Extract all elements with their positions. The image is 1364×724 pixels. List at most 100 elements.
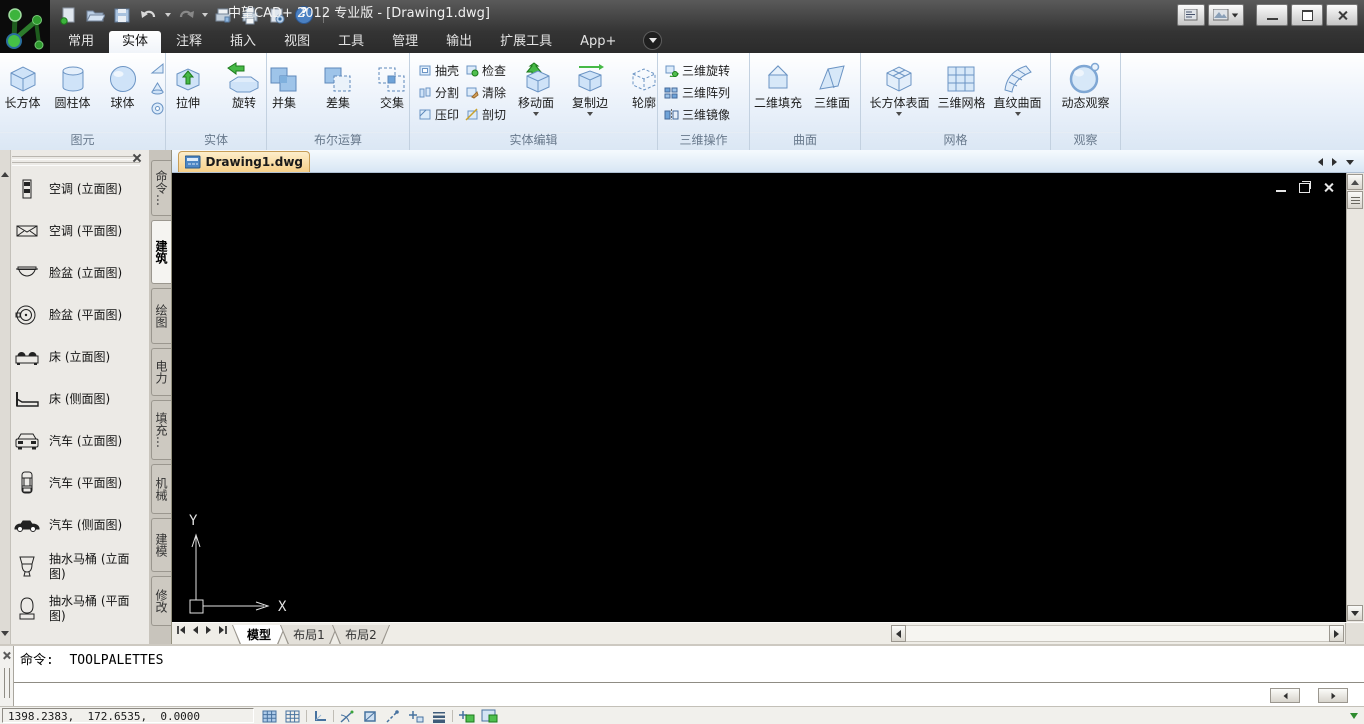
doc-close-icon[interactable] xyxy=(1323,182,1334,193)
doc-minimize-icon[interactable] xyxy=(1276,190,1286,192)
scrollbar-thumb[interactable] xyxy=(1347,191,1363,209)
palette-item[interactable]: 抽水马桶 (平面图) xyxy=(10,588,150,630)
status-menu-dropdown-icon[interactable] xyxy=(1350,713,1358,719)
box-surface-button[interactable]: 长方体表面 xyxy=(867,58,931,116)
box-button[interactable]: 长方体 xyxy=(0,58,47,110)
scroll-down-button[interactable] xyxy=(1347,605,1363,621)
orbit-button[interactable]: 动态观察 xyxy=(1059,58,1111,110)
polar-toggle[interactable] xyxy=(337,709,357,724)
lineweight-toggle[interactable] xyxy=(429,709,449,724)
otrack-toggle[interactable] xyxy=(383,709,403,724)
palette-item[interactable]: 汽车 (平面图) xyxy=(10,462,150,504)
extrude-button[interactable]: 拉伸 xyxy=(164,58,212,110)
undo-button[interactable] xyxy=(137,4,161,26)
command-close-icon[interactable] xyxy=(2,651,11,660)
palette-item[interactable]: 脸盆 (立面图) xyxy=(10,252,150,294)
ribbon-tab-tools[interactable]: 工具 xyxy=(325,31,377,53)
move-face-button[interactable]: 移动面 xyxy=(512,58,560,116)
ribbon-tab-output[interactable]: 输出 xyxy=(433,31,485,53)
tab-scroll-left-icon[interactable] xyxy=(1318,158,1323,166)
clean-button[interactable]: 清除 xyxy=(465,83,506,101)
coordinates-display[interactable]: 1398.2383, 172.6535, 0.0000 xyxy=(2,708,254,723)
ribbon-tab-manage[interactable]: 管理 xyxy=(379,31,431,53)
palette-item[interactable]: 汽车 (立面图) xyxy=(10,420,150,462)
dropdown-icon[interactable] xyxy=(533,112,539,116)
palette-tab-architecture[interactable]: 建筑 xyxy=(151,220,171,284)
dropdown-icon[interactable] xyxy=(1015,112,1021,116)
scroll-down-icon[interactable] xyxy=(1,631,9,636)
workspace-switch-button[interactable] xyxy=(1208,4,1244,26)
undo-dropdown-icon[interactable] xyxy=(165,13,171,17)
palette-item[interactable]: 空调 (平面图) xyxy=(10,210,150,252)
new-file-button[interactable] xyxy=(56,4,80,26)
palette-tab-draw[interactable]: 绘图 xyxy=(151,288,171,344)
tab-list-dropdown-icon[interactable] xyxy=(1346,160,1354,165)
scroll-up-icon[interactable] xyxy=(1,172,9,177)
vertical-scrollbar[interactable] xyxy=(1346,173,1364,622)
palette-item[interactable]: 空调 (立面图) xyxy=(10,168,150,210)
mirror3d-button[interactable]: 三维镜像 xyxy=(664,105,730,123)
restore-button[interactable] xyxy=(1291,4,1323,26)
face3d-button[interactable]: 三维面 xyxy=(808,58,856,110)
ribbon-minimize-button[interactable] xyxy=(643,31,662,50)
separate-button[interactable]: 分割 xyxy=(418,83,459,101)
imprint-button[interactable]: 压印 xyxy=(418,105,459,123)
palette-item[interactable]: 抽水马桶 (立面图) xyxy=(10,546,150,588)
last-tab-button[interactable] xyxy=(219,626,227,634)
dropdown-icon[interactable] xyxy=(896,112,902,116)
drawing-canvas[interactable]: Y X xyxy=(172,173,1346,622)
palette-tab-hatch[interactable]: 填充… xyxy=(151,400,171,460)
shell-button[interactable]: 抽壳 xyxy=(418,61,459,79)
ruled-surface-button[interactable]: 直纹曲面 xyxy=(992,58,1044,116)
osnap-toggle[interactable] xyxy=(360,709,380,724)
cylinder-button[interactable]: 圆柱体 xyxy=(49,58,97,110)
first-tab-button[interactable] xyxy=(177,626,185,634)
ribbon-tab-view[interactable]: 视图 xyxy=(271,31,323,53)
subtract-button[interactable]: 差集 xyxy=(314,58,362,110)
app-logo[interactable] xyxy=(0,0,50,53)
array3d-button[interactable]: 三维阵列 xyxy=(664,83,730,101)
union-button[interactable]: 并集 xyxy=(260,58,308,110)
solid2d-button[interactable]: 二维填充 xyxy=(754,58,802,110)
scroll-left-button[interactable] xyxy=(891,625,906,642)
close-button[interactable] xyxy=(1326,4,1358,26)
grid-toggle[interactable] xyxy=(283,709,303,724)
document-tab[interactable]: Drawing1.dwg xyxy=(178,151,310,172)
redo-button[interactable] xyxy=(174,4,198,26)
command-scroll-right-button[interactable] xyxy=(1318,688,1348,703)
hscroll-track[interactable] xyxy=(906,625,1329,642)
scroll-right-button[interactable] xyxy=(1329,625,1344,642)
command-scroll-left-button[interactable] xyxy=(1270,688,1300,703)
scrollbar-track[interactable] xyxy=(1347,209,1364,605)
layout-tab-model[interactable]: 模型 xyxy=(232,625,286,645)
rotate3d-button[interactable]: 三维旋转 xyxy=(664,61,730,79)
command-line-panel[interactable]: 命令: TOOLPALETTES 命令: xyxy=(0,644,1364,706)
ribbon-tab-insert[interactable]: 插入 xyxy=(217,31,269,53)
viewport-toggle[interactable] xyxy=(479,709,499,724)
palette-close-icon[interactable] xyxy=(132,153,142,163)
palette-item[interactable]: 汽车 (侧面图) xyxy=(10,504,150,546)
palette-item[interactable]: 床 (侧面图) xyxy=(10,378,150,420)
redo-dropdown-icon[interactable] xyxy=(202,13,208,17)
palette-tab-command[interactable]: 命令… xyxy=(151,160,171,216)
model-space-toggle[interactable] xyxy=(456,709,476,724)
minimize-button[interactable] xyxy=(1256,4,1288,26)
command-history[interactable]: 命令: TOOLPALETTES xyxy=(14,646,1364,683)
save-button[interactable] xyxy=(110,4,134,26)
ribbon-tab-solid[interactable]: 实体 xyxy=(109,31,161,53)
layout-tab-layout1[interactable]: 布局1 xyxy=(280,625,338,645)
ribbon-tab-annotate[interactable]: 注释 xyxy=(163,31,215,53)
check-button[interactable]: 检查 xyxy=(465,61,506,79)
palette-tab-modify[interactable]: 修改 xyxy=(151,576,171,626)
scroll-up-button[interactable] xyxy=(1347,174,1363,190)
mesh3d-button[interactable]: 三维网格 xyxy=(935,58,987,110)
open-file-button[interactable] xyxy=(83,4,107,26)
palette-tab-electric[interactable]: 电力 xyxy=(151,348,171,396)
sphere-button[interactable]: 球体 xyxy=(99,58,147,110)
command-prompt-row[interactable]: 命令: xyxy=(14,684,1364,706)
dropdown-icon[interactable] xyxy=(587,112,593,116)
ribbon-tab-app-plus[interactable]: App+ xyxy=(567,31,629,53)
palette-item[interactable]: 床 (立面图) xyxy=(10,336,150,378)
palette-title-grip[interactable] xyxy=(12,154,140,166)
prev-tab-button[interactable] xyxy=(193,626,198,634)
